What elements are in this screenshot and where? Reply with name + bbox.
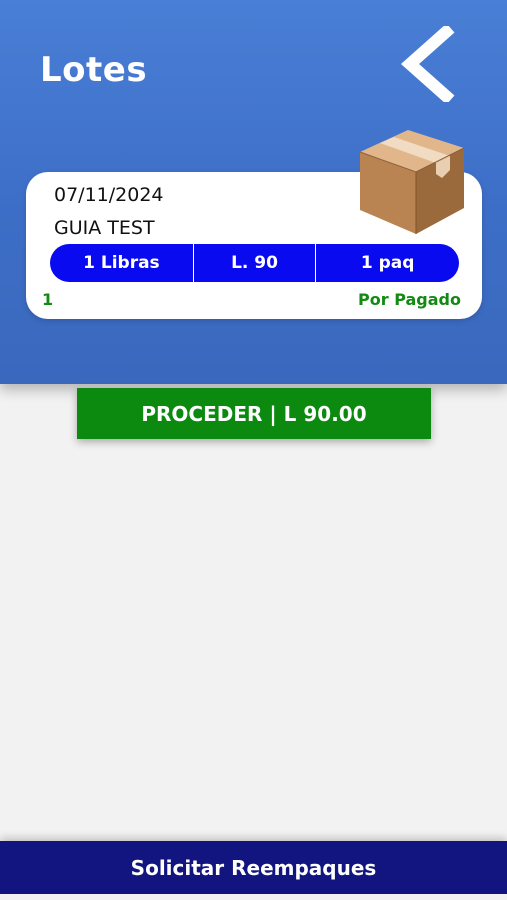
lot-date: 07/11/2024: [54, 184, 164, 206]
back-button[interactable]: [396, 23, 458, 105]
chevron-left-icon: [400, 23, 455, 105]
lot-summary-pill: 1 Libras L. 90 1 paq: [50, 244, 459, 282]
lot-packages: 1 paq: [360, 253, 415, 273]
cardboard-box-icon: [359, 130, 465, 234]
header-bar: Lotes 07/11/2024 GUIA TEST 1 Libras L. 9…: [0, 0, 507, 384]
proceed-button[interactable]: PROCEDER | L 90.00: [77, 388, 431, 439]
lot-count: 1: [42, 290, 54, 309]
bottom-strip: [0, 894, 507, 900]
lot-status: Por Pagado: [358, 290, 461, 309]
page-title: Lotes: [40, 50, 148, 90]
lot-price: L. 90: [192, 244, 317, 282]
lot-guide-name: GUIA TEST: [54, 217, 155, 239]
lot-weight: 1 Libras: [83, 253, 160, 273]
request-repack-button[interactable]: Solicitar Reempaques: [0, 841, 507, 894]
